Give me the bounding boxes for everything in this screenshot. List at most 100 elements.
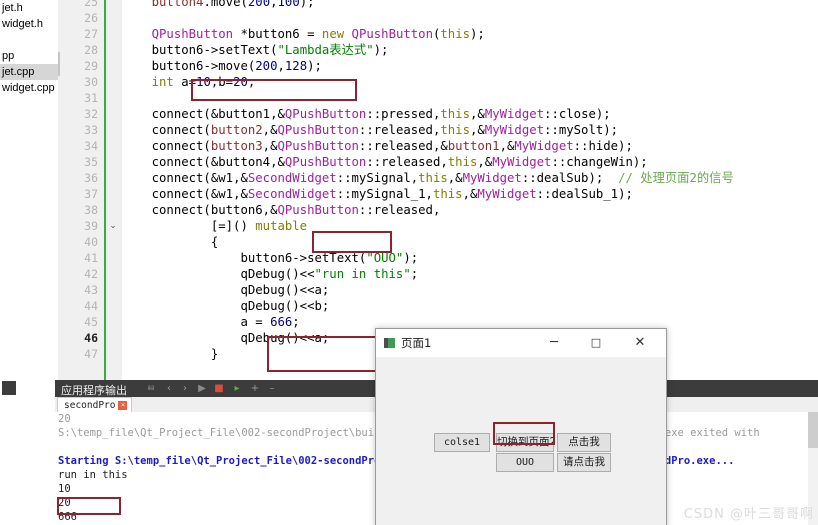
code-token: QPushButton: [277, 139, 359, 153]
code-token: button4: [151, 0, 204, 9]
code-line[interactable]: button6->setText("Lambda表达式");: [122, 42, 389, 58]
line-number: 42: [84, 267, 98, 281]
code-token: a=: [173, 75, 197, 89]
close-icon[interactable]: ×: [118, 401, 128, 410]
run-icon[interactable]: ▶: [196, 383, 208, 395]
code-token: w1: [218, 171, 234, 185]
debug-icon[interactable]: ▸: [231, 383, 243, 395]
sidebar-item-3[interactable]: pp: [0, 48, 58, 64]
code-token: ::dealSub_1);: [536, 187, 633, 201]
zoom-in-icon[interactable]: +: [249, 383, 261, 395]
output-tab-secondpro[interactable]: secondPro ×: [57, 397, 133, 413]
code-token: MyWidget: [492, 155, 552, 169]
window-title-text: 页面1: [401, 336, 432, 350]
code-token: ,&: [262, 123, 278, 137]
app-icon: [384, 338, 395, 348]
code-token: ,: [277, 59, 285, 73]
sidebar-item-label: widget.cpp: [2, 82, 55, 94]
code-token: this: [440, 107, 470, 121]
code-line[interactable]: button6->setText("OUO");: [122, 250, 418, 266]
line-number: 25: [84, 0, 98, 9]
ouo-button[interactable]: OUO: [496, 453, 554, 472]
output-pane-corner-icon: [2, 381, 16, 395]
chevron-down-icon[interactable]: ⌄: [106, 218, 120, 234]
code-line[interactable]: button4.move(200,100);: [122, 0, 315, 10]
code-line[interactable]: connect(button3,&QPushButton::released,&…: [122, 138, 633, 154]
fold-marker-column[interactable]: [104, 0, 122, 380]
code-token: 200: [255, 59, 278, 73]
line-number: 40: [84, 235, 98, 249]
code-line[interactable]: [=]() mutable: [122, 218, 307, 234]
code-line[interactable]: connect(&button4,&QPushButton::released,…: [122, 154, 648, 170]
sidebar-item-0[interactable]: jet.h: [0, 0, 58, 16]
code-token: new: [321, 27, 345, 41]
project-file-sidebar[interactable]: jet.h widget.h pp jet.cpp widget.cpp: [0, 0, 59, 380]
close-icon[interactable]: ✕: [620, 329, 660, 357]
switch-to-page2-button[interactable]: 切换到页面2: [496, 433, 554, 452]
code-token: ;: [410, 267, 419, 281]
code-token: MyWidget: [477, 187, 537, 201]
code-token: 10: [196, 75, 211, 89]
code-text[interactable]: button4.move(200,100); QPushButton *butt…: [122, 0, 818, 380]
line-number: 36: [84, 171, 98, 185]
code-token: {: [122, 235, 219, 249]
zoom-out-icon[interactable]: –: [266, 383, 278, 395]
stop-icon[interactable]: ■: [213, 383, 225, 395]
output-scrollbar-thumb[interactable]: [808, 412, 818, 448]
code-line[interactable]: qDebug()<<a;: [122, 330, 329, 346]
code-line[interactable]: int a=10,b=20;: [122, 74, 256, 90]
minimize-icon[interactable]: ─: [534, 329, 574, 357]
line-number: 35: [84, 155, 98, 169]
code-line[interactable]: QPushButton *button6 = new QPushButton(t…: [122, 26, 485, 42]
qt-creator-window: jet.h widget.h pp jet.cpp widget.cpp 25 2…: [0, 0, 818, 525]
code-editor[interactable]: 25 26 27 28 29 30 31 32 33 34 35 36 37 38 39 40 41 42 43 44…: [58, 0, 818, 380]
output-tab-label: secondPro: [64, 400, 116, 411]
code-token: ::pressed,: [366, 107, 441, 121]
line-number: 46: [84, 331, 98, 345]
code-token: }: [122, 347, 219, 361]
code-line[interactable]: button6->move(200,128);: [122, 58, 322, 74]
sidebar-item-5[interactable]: widget.cpp: [0, 80, 58, 96]
sidebar-item-1[interactable]: widget.h: [0, 16, 58, 32]
code-token: ::dealSub);: [521, 171, 619, 185]
code-line[interactable]: a = 666;: [122, 314, 299, 330]
colse1-button[interactable]: colse1: [434, 433, 490, 452]
window-client-area: colse1 切换到页面2 点击我 OUO 请点击我: [376, 357, 666, 525]
code-line[interactable]: connect(&w1,&SecondWidget::mySignal_1,th…: [122, 186, 633, 202]
code-line[interactable]: qDebug()<<"run in this";: [122, 266, 418, 282]
code-token: ::released,: [366, 155, 448, 169]
please-click-me-button[interactable]: 请点击我: [557, 453, 611, 472]
find-icon[interactable]: ⎂: [145, 383, 157, 395]
code-token: ,&: [262, 203, 278, 217]
code-line[interactable]: qDebug()<<b;: [122, 298, 329, 314]
line-number: 38: [84, 203, 98, 217]
qt-app-window[interactable]: 页面1 ─ □ ✕ colse1 切换到页面2 点击我 OUO 请点击我: [375, 328, 667, 525]
prev-icon[interactable]: ‹: [163, 383, 175, 395]
sidebar-item-4[interactable]: jet.cpp: [0, 64, 58, 80]
code-token: // 处理页面2的信号: [618, 171, 734, 185]
code-token: this: [432, 187, 463, 201]
code-line[interactable]: {: [122, 234, 218, 250]
maximize-icon[interactable]: □: [576, 329, 616, 357]
code-line[interactable]: connect(&button1,&QPushButton::pressed,t…: [122, 106, 611, 122]
code-token: ,&: [469, 123, 485, 137]
next-icon[interactable]: ›: [179, 383, 191, 395]
code-token: connect(&: [122, 107, 219, 121]
line-number: 45: [84, 315, 98, 329]
code-token: button1: [447, 139, 500, 153]
code-line[interactable]: }: [122, 346, 218, 362]
output-pane-title: 应用程序输出: [61, 384, 127, 397]
code-token: QPushButton: [284, 107, 367, 121]
click-me-button[interactable]: 点击我: [557, 433, 611, 452]
code-line[interactable]: qDebug()<<a;: [122, 282, 329, 298]
code-token: ,: [270, 0, 278, 9]
code-token: MyWidget: [484, 123, 545, 137]
code-line[interactable]: connect(button6,&QPushButton::released,: [122, 202, 441, 218]
window-title-bar[interactable]: 页面1 ─ □ ✕: [376, 329, 666, 358]
code-token: ,&: [447, 171, 463, 185]
code-line[interactable]: connect(button2,&QPushButton::released,t…: [122, 122, 618, 138]
code-line[interactable]: connect(&w1,&SecondWidget::mySignal,this…: [122, 170, 734, 186]
sidebar-item-label: jet.cpp: [2, 66, 35, 78]
